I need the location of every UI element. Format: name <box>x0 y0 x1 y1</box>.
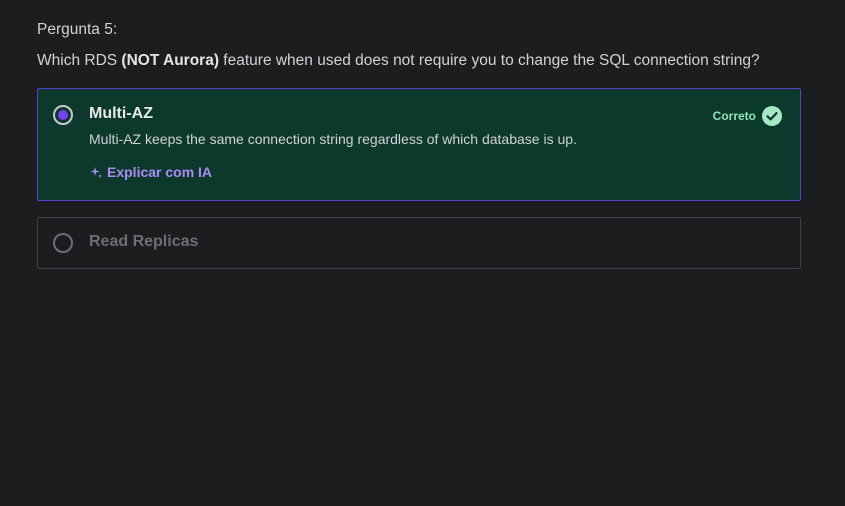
answer-option-multi-az[interactable]: Multi-AZ Correto Multi-AZ keeps the same… <box>37 88 801 201</box>
answer-option-read-replicas[interactable]: Read Replicas <box>37 217 801 269</box>
explain-with-ai-label: Explicar com IA <box>107 164 213 180</box>
question-text-end: feature when used does not require you t… <box>219 52 760 69</box>
correct-status-badge: Correto <box>713 106 782 126</box>
radio-selected-dot <box>58 110 68 120</box>
answer-option-label: Read Replicas <box>89 233 199 250</box>
check-circle-icon <box>762 106 782 126</box>
correct-status-label: Correto <box>712 109 756 123</box>
sparkle-icon <box>90 167 102 178</box>
explain-with-ai-link[interactable]: Explicar com IA <box>89 164 212 180</box>
radio-button-selected[interactable] <box>53 105 73 125</box>
answer-option-label: Multi-AZ <box>89 105 153 122</box>
question-text-start: Which RDS <box>37 52 122 69</box>
question-text: Which RDS (NOT Aurora) feature when used… <box>37 52 760 70</box>
question-text-emphasis: (NOT Aurora) <box>121 52 219 69</box>
question-number: Pergunta 5: <box>37 21 118 38</box>
answer-explanation: Multi-AZ keeps the same connection strin… <box>89 131 577 147</box>
radio-button-unselected[interactable] <box>53 233 73 253</box>
